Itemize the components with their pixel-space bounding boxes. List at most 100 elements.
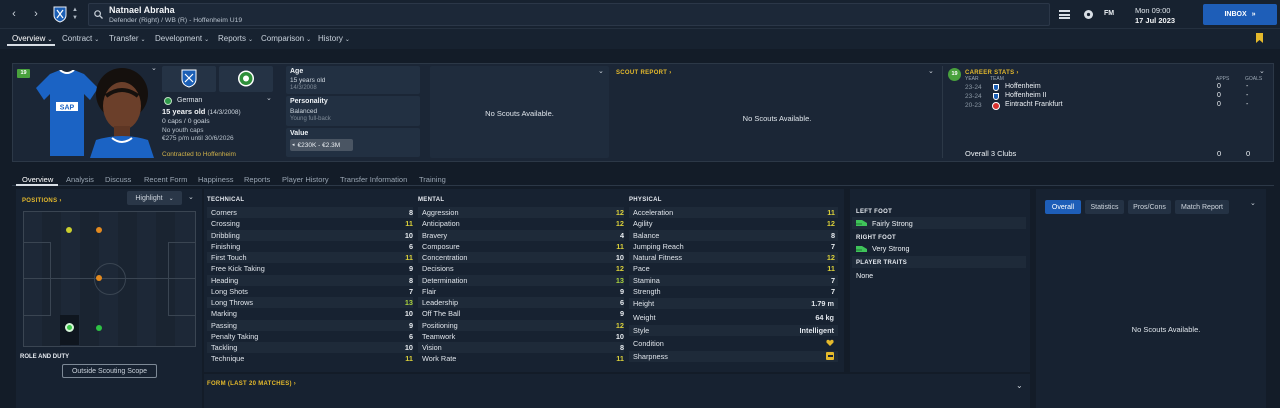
- highlight-dropdown[interactable]: Highlight ⌄: [127, 191, 182, 205]
- attribute-name[interactable]: Stamina: [633, 276, 660, 285]
- report-tab-match-report[interactable]: Match Report: [1175, 200, 1229, 214]
- career-col-year: YEAR: [965, 76, 979, 82]
- forward-button[interactable]: ›: [30, 8, 42, 20]
- attribute-name[interactable]: Long Shots: [211, 287, 248, 296]
- report-tab-overall[interactable]: Overall: [1045, 200, 1081, 214]
- subtab-discuss[interactable]: Discuss: [105, 175, 131, 184]
- attribute-name[interactable]: Leadership: [422, 298, 458, 307]
- date-line1: Mon 09:00: [1135, 6, 1171, 15]
- attribute-name[interactable]: Balance: [633, 231, 659, 240]
- attribute-name[interactable]: Work Rate: [422, 354, 456, 363]
- career-row-goals: -: [1246, 101, 1249, 108]
- position-dot-mc[interactable]: [96, 275, 102, 281]
- attribute-name[interactable]: Penalty Taking: [211, 332, 258, 341]
- form-chevron-icon[interactable]: ⌄: [1016, 381, 1023, 390]
- attribute-name[interactable]: Teamwork: [422, 332, 455, 341]
- attribute-name[interactable]: Bravery: [422, 231, 447, 240]
- attribute-name[interactable]: Free Kick Taking: [211, 264, 265, 273]
- nav-development[interactable]: Development ⌄: [155, 34, 209, 43]
- attribute-name[interactable]: Positioning: [422, 321, 458, 330]
- subtab-reports[interactable]: Reports: [244, 175, 270, 184]
- inbox-button[interactable]: INBOX »: [1203, 4, 1277, 25]
- attribute-value: 13: [404, 298, 413, 307]
- subtab-transfer-information[interactable]: Transfer Information: [340, 175, 407, 184]
- career-stats-title[interactable]: CAREER STATS ›: [965, 67, 1019, 76]
- nav-overview[interactable]: Overview ⌄: [12, 34, 52, 43]
- career-chevron-icon[interactable]: ⌄: [1259, 67, 1265, 75]
- position-dot-am-l[interactable]: [66, 227, 72, 233]
- career-row-team: Hoffenheim: [1005, 83, 1041, 90]
- subtab-overview[interactable]: Overview: [22, 175, 53, 184]
- age-sub: 14/3/2008: [290, 85, 317, 91]
- attribute-name[interactable]: Anticipation: [422, 219, 460, 228]
- attribute-name[interactable]: Determination: [422, 276, 467, 285]
- role-duty-button[interactable]: Outside Scouting Scope: [62, 364, 157, 378]
- football-icon[interactable]: [1083, 9, 1094, 20]
- report-tab-pros-cons[interactable]: Pros/Cons: [1128, 200, 1171, 214]
- positions-chevron-icon[interactable]: ⌄: [188, 193, 194, 201]
- attribute-value: 6: [619, 298, 624, 307]
- bookmark-icon[interactable]: [1256, 33, 1263, 43]
- subtab-recent-form[interactable]: Recent Form: [144, 175, 187, 184]
- fm-logo-icon[interactable]: FM: [1104, 10, 1114, 17]
- attribute-name[interactable]: Pace: [633, 264, 650, 273]
- position-dot-wbr[interactable]: [96, 325, 102, 331]
- position-dot-am-r[interactable]: [96, 227, 102, 233]
- nav-reports[interactable]: Reports ⌄: [218, 34, 253, 43]
- attribute-name[interactable]: Concentration: [422, 253, 467, 262]
- attribute-value: 12: [615, 219, 624, 229]
- menu-icon[interactable]: [1059, 10, 1070, 19]
- value-pill[interactable]: ◂ €230K - €2.3M: [290, 139, 353, 151]
- attribute-name[interactable]: Heading: [211, 276, 238, 285]
- attribute-name[interactable]: Decisions: [422, 264, 454, 273]
- attribute-name[interactable]: Vision: [422, 343, 442, 352]
- attribute-value: 9: [619, 309, 624, 319]
- nav-transfer[interactable]: Transfer ⌄: [109, 34, 146, 43]
- nationality-dropdown-chevron-icon[interactable]: ⌄: [266, 94, 272, 102]
- scout-report-chevron-icon[interactable]: ⌄: [928, 67, 934, 75]
- attribute-name[interactable]: Composure: [422, 242, 460, 251]
- attribute-value: 11: [405, 354, 413, 364]
- top-bar: ‹ › ▲ ▼ Natnael Abraha Defender (Right) /…: [0, 0, 1280, 29]
- attribute-name[interactable]: Dribbling: [211, 231, 240, 240]
- nav-comparison[interactable]: Comparison ⌄: [261, 34, 311, 43]
- attribute-name[interactable]: Agility: [633, 219, 652, 228]
- attribute-name[interactable]: Strength: [633, 287, 661, 296]
- nav-contract[interactable]: Contract ⌄: [62, 34, 99, 43]
- crest-arrows-icon[interactable]: ▲ ▼: [72, 6, 78, 22]
- eintracht-crest-icon: [992, 102, 1000, 110]
- attribute-name[interactable]: Off The Ball: [422, 309, 460, 318]
- position-dot-dr[interactable]: [65, 323, 74, 332]
- attribute-name[interactable]: Marking: [211, 309, 237, 318]
- subtab-training[interactable]: Training: [419, 175, 446, 184]
- form-title[interactable]: FORM (LAST 20 MATCHES) ›: [207, 378, 296, 387]
- attribute-name[interactable]: Corners: [211, 208, 237, 217]
- subtab-player-history[interactable]: Player History: [282, 175, 329, 184]
- report-chevron-icon[interactable]: ⌄: [1250, 199, 1256, 207]
- attribute-name[interactable]: Jumping Reach: [633, 242, 684, 251]
- attribute-name[interactable]: Acceleration: [633, 208, 673, 217]
- left-foot-value: Fairly Strong: [872, 219, 913, 228]
- contract-link[interactable]: Contracted to Hoffenheim: [162, 151, 236, 158]
- attribute-name[interactable]: Passing: [211, 321, 237, 330]
- attribute-name[interactable]: First Touch: [211, 253, 247, 262]
- attribute-name[interactable]: Natural Fitness: [633, 253, 682, 262]
- attribute-value: 12: [615, 208, 624, 217]
- club-crest-icon[interactable]: [52, 6, 68, 23]
- attribute-name[interactable]: Flair: [422, 287, 436, 296]
- attribute-name[interactable]: Technique: [211, 354, 244, 363]
- scout-report-title[interactable]: SCOUT REPORT ›: [616, 67, 672, 76]
- attribute-name[interactable]: Finishing: [211, 242, 240, 251]
- attribute-name[interactable]: Crossing: [211, 219, 240, 228]
- positions-title[interactable]: POSITIONS ›: [22, 195, 62, 204]
- back-button[interactable]: ‹: [8, 8, 20, 20]
- subtab-happiness[interactable]: Happiness: [198, 175, 233, 184]
- scouts-panel-chevron-icon[interactable]: ⌄: [598, 67, 604, 75]
- attribute-name[interactable]: Long Throws: [211, 298, 253, 307]
- attribute-name[interactable]: Aggression: [422, 208, 459, 217]
- nav-history[interactable]: History ⌄: [318, 34, 350, 43]
- attribute-name[interactable]: Tackling: [211, 343, 237, 352]
- subtab-analysis[interactable]: Analysis: [66, 175, 94, 184]
- report-tab-statistics[interactable]: Statistics: [1085, 200, 1124, 214]
- photo-menu-chevron-icon[interactable]: ⌄: [151, 64, 157, 72]
